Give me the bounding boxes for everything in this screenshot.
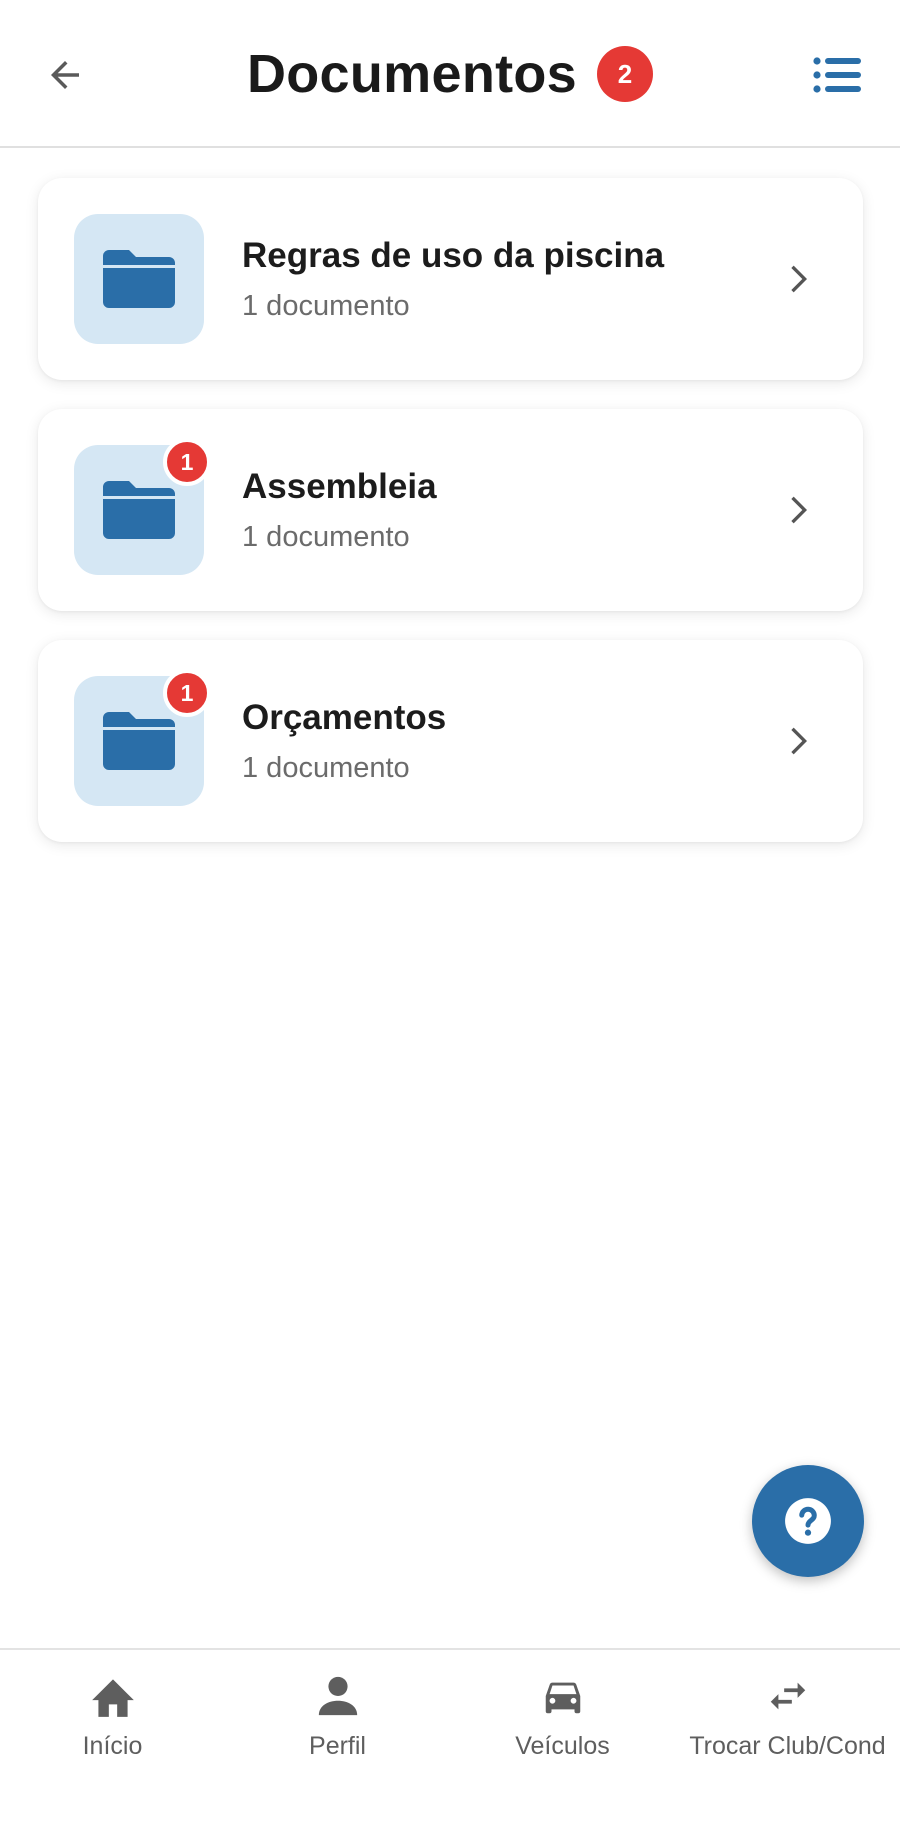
folder-list: Regras de uso da piscina 1 documento 1 A… [38, 178, 863, 871]
car-icon [537, 1670, 589, 1722]
folder-icon [103, 250, 175, 308]
folder-title: Orçamentos [242, 697, 447, 737]
folder-text: Assembleia 1 documento [242, 467, 777, 554]
unread-badge: 1 [163, 438, 211, 486]
folder-card-assembleia[interactable]: 1 Assembleia 1 documento [38, 409, 863, 611]
unread-badge: 1 [163, 669, 211, 717]
nav-label: Veículos [515, 1732, 610, 1760]
folder-icon [103, 712, 175, 770]
swap-icon [762, 1670, 814, 1722]
title-group: Documentos 2 [0, 36, 900, 112]
chevron-right-icon [777, 490, 817, 530]
folder-title: Assembleia [242, 466, 437, 506]
nav-item-trocar[interactable]: Trocar Club/Cond [675, 1650, 900, 1839]
folder-text: Regras de uso da piscina 1 documento [242, 236, 777, 323]
folder-title: Regras de uso da piscina [242, 235, 665, 275]
folder-count: 1 documento [242, 520, 410, 553]
nav-item-perfil[interactable]: Perfil [225, 1650, 450, 1839]
chevron-right-icon [777, 259, 817, 299]
folder-text: Orçamentos 1 documento [242, 698, 777, 785]
folder-count: 1 documento [242, 751, 410, 784]
nav-label: Trocar Club/Cond [689, 1732, 886, 1760]
folder-tile [74, 214, 204, 344]
notification-badge: 2 [597, 46, 654, 102]
list-view-button[interactable] [808, 46, 866, 104]
folder-tile: 1 [74, 438, 211, 575]
chevron-right-icon [777, 721, 817, 761]
app-screen: Documentos 2 Regras de uso da piscina 1 … [0, 0, 900, 1839]
nav-item-inicio[interactable]: Início [0, 1650, 225, 1839]
folder-card-regras[interactable]: Regras de uso da piscina 1 documento [38, 178, 863, 380]
folder-count: 1 documento [242, 289, 410, 322]
folder-tile: 1 [74, 669, 211, 806]
nav-item-veiculos[interactable]: Veículos [450, 1650, 675, 1839]
nav-label: Perfil [309, 1732, 366, 1760]
page-title: Documentos [246, 44, 578, 104]
folder-icon [103, 481, 175, 539]
help-button[interactable] [752, 1465, 864, 1577]
bottom-navigation: Início Perfil Veículos Trocar Club/Cond [0, 1648, 900, 1839]
home-icon [87, 1670, 139, 1722]
list-icon [813, 57, 861, 93]
app-header: Documentos 2 [0, 0, 900, 148]
person-icon [312, 1670, 364, 1722]
nav-label: Início [82, 1732, 143, 1760]
folder-card-orcamentos[interactable]: 1 Orçamentos 1 documento [38, 640, 863, 842]
help-icon [785, 1498, 831, 1544]
